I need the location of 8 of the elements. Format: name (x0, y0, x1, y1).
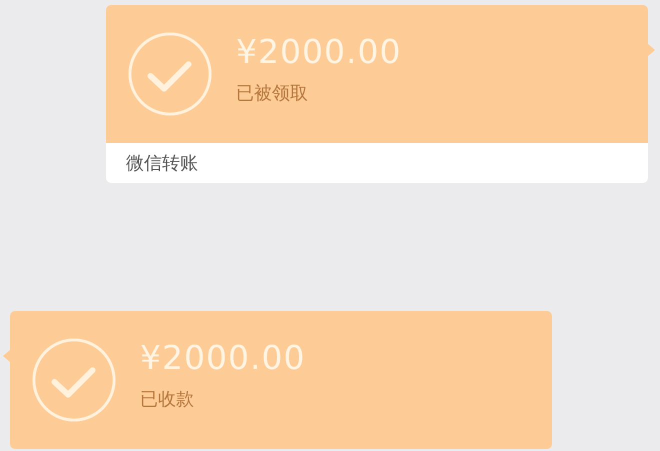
transfer-bubble[interactable]: ¥2000.00 已被领取 微信转账 (106, 5, 648, 183)
transfer-status: 已被领取 (236, 82, 309, 104)
transfer-amount: ¥2000.00 (236, 32, 402, 70)
check-circle-icon (126, 30, 214, 118)
check-circle-icon (30, 336, 118, 424)
transfer-status: 已收款 (140, 388, 195, 410)
transfer-label: 微信转账 (126, 152, 198, 175)
transfer-amount: ¥2000.00 (140, 338, 306, 376)
